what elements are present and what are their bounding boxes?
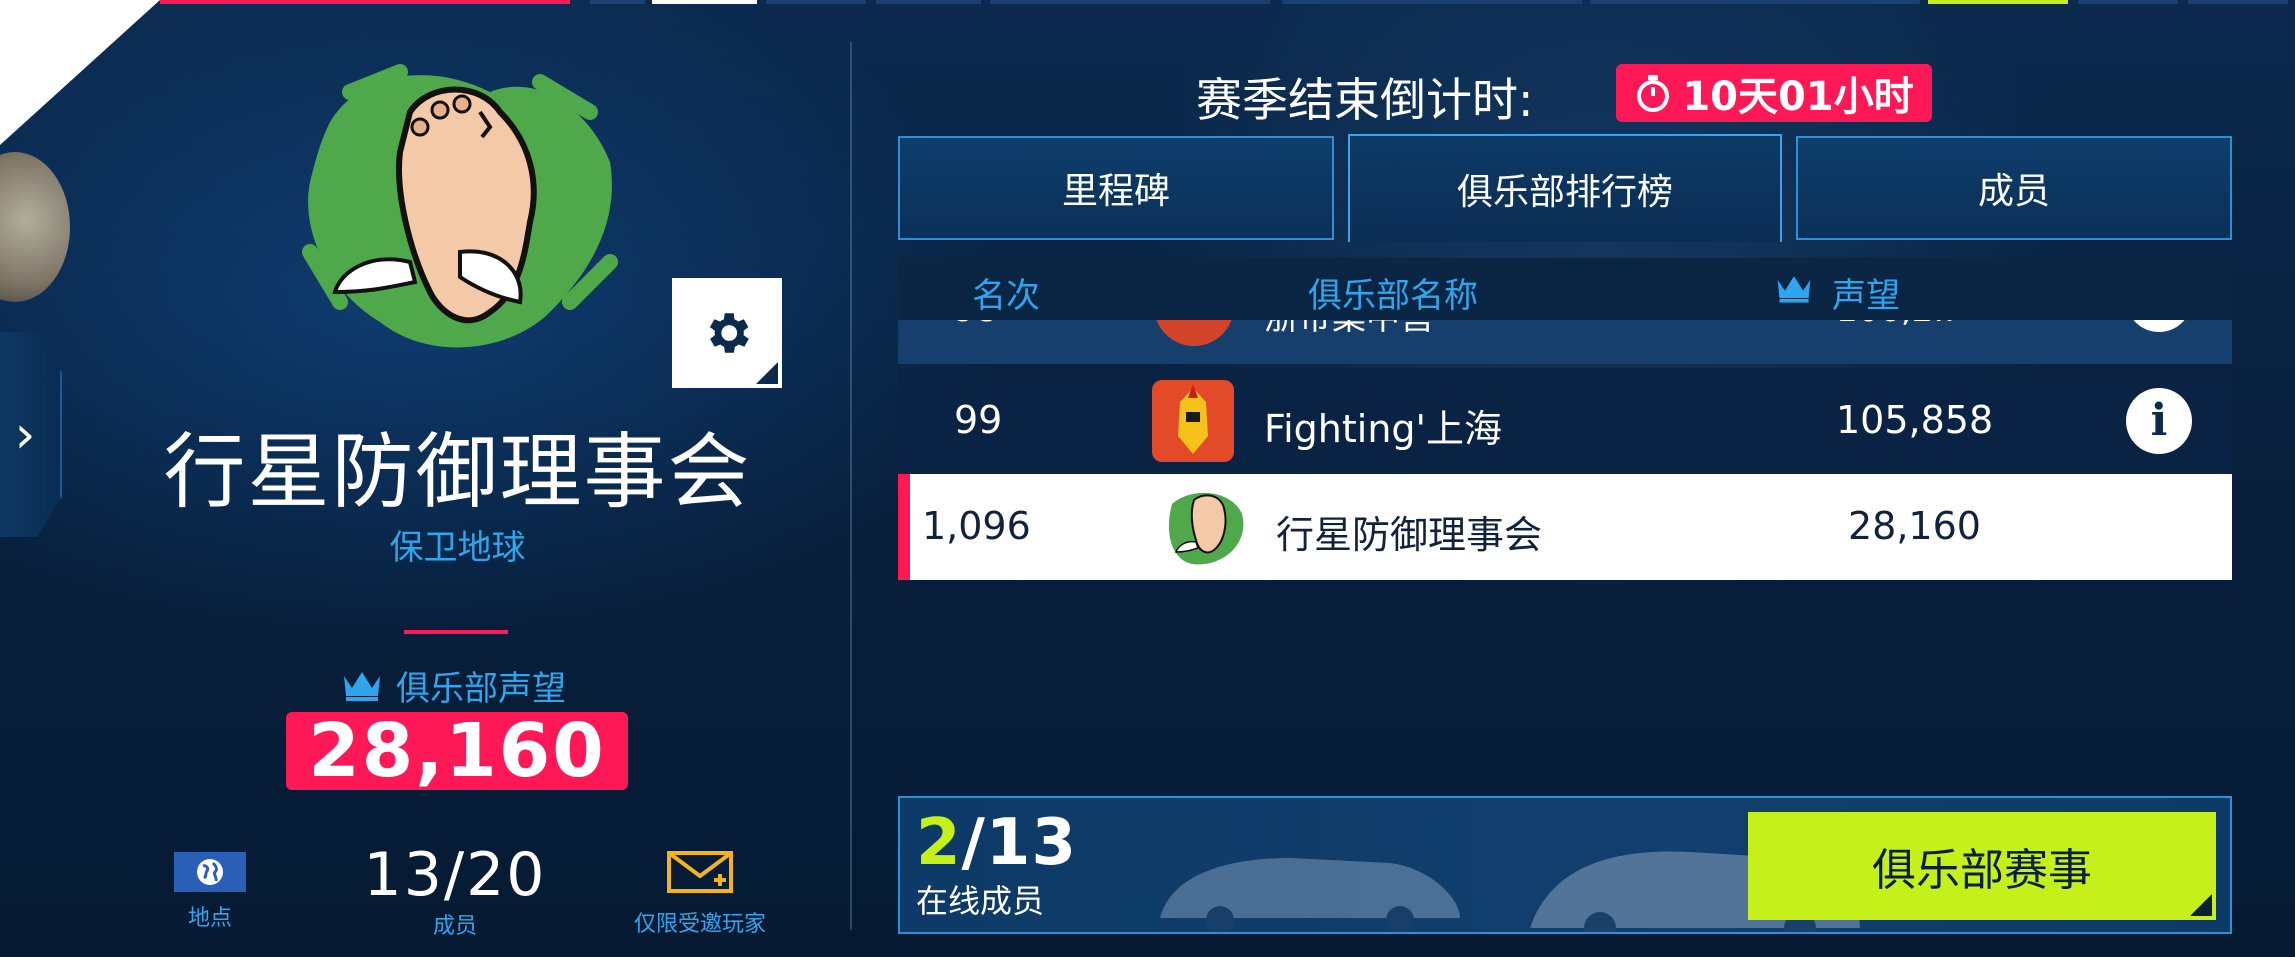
stopwatch-icon — [1637, 75, 1670, 112]
club-motto: 保卫地球 — [389, 528, 526, 568]
club-event-button[interactable]: 俱乐部赛事 — [1748, 812, 2216, 920]
season-countdown: 10天01小时 — [1616, 64, 1932, 122]
members-count: 13/20 — [363, 840, 547, 910]
location-stat[interactable]: 地点 — [160, 840, 260, 932]
tab-milestones[interactable]: 里程碑 — [898, 136, 1334, 240]
row-club-name: Fighting'上海 — [1264, 407, 1502, 451]
corner-notch — [756, 362, 778, 384]
members-label: 成员 — [432, 914, 477, 939]
tab-club-leaderboard[interactable]: 俱乐部排行榜 — [1348, 134, 1782, 242]
tab-members[interactable]: 成员 — [1796, 136, 2232, 240]
online-members: 2/13 在线成员 — [916, 808, 1077, 922]
row-rank: 99 — [954, 398, 1003, 442]
panel-divider — [850, 42, 852, 930]
crown-icon — [344, 672, 380, 701]
divider-accent — [404, 630, 508, 634]
corner-decoration — [0, 0, 160, 145]
info-icon[interactable]: i — [2126, 388, 2192, 454]
members-stat: 13/20 成员 — [340, 840, 570, 940]
prestige-value: 28,160 — [286, 712, 628, 790]
row-prestige: 105,858 — [1836, 398, 1994, 442]
header-prestige: 声望 — [1832, 276, 1900, 316]
online-label: 在线成员 — [916, 882, 1045, 920]
club-event-button-label: 俱乐部赛事 — [1872, 845, 2092, 896]
location-label: 地点 — [187, 906, 232, 931]
prestige-label: 俱乐部声望 — [340, 660, 580, 710]
crown-icon — [1777, 276, 1811, 303]
prestige-label-text: 俱乐部声望 — [396, 668, 566, 709]
corner-notch — [2190, 894, 2212, 916]
invite-only-stat[interactable]: 仅限受邀玩家 — [620, 840, 780, 938]
table-row-own-club[interactable]: 1,096 行星防御理事会 28,160 — [898, 474, 2232, 580]
row-rank: 1,096 — [922, 504, 1031, 548]
countdown-value: 10天01小时 — [1682, 74, 1914, 120]
online-count: 2 — [916, 806, 962, 880]
header-rank: 名次 — [972, 276, 1040, 316]
invite-only-label: 仅限受邀玩家 — [633, 912, 766, 937]
header-club-name: 俱乐部名称 — [1308, 276, 1478, 316]
globe-icon — [174, 852, 246, 892]
club-name: 行星防御理事会 — [163, 425, 752, 520]
gear-icon — [709, 313, 749, 353]
row-club-name: 行星防御理事会 — [1276, 513, 1543, 557]
club-badge-own — [1168, 492, 1244, 565]
table-row[interactable]: 99 Fighting'上海 105,858 i — [898, 368, 2232, 474]
online-total: /13 — [961, 806, 1077, 880]
top-status-strip — [0, 0, 2295, 6]
leaderboard-header: 名次 俱乐部名称 声望 — [898, 258, 2232, 320]
club-badge-spartan — [1152, 380, 1234, 462]
envelope-plus-icon — [667, 851, 733, 893]
row-prestige: 28,160 — [1848, 504, 1981, 548]
club-logo — [302, 64, 618, 348]
club-settings-button[interactable] — [672, 278, 782, 388]
season-countdown-label: 赛季结束倒计时: — [1196, 73, 1534, 127]
side-avatar-disc[interactable] — [0, 152, 70, 302]
